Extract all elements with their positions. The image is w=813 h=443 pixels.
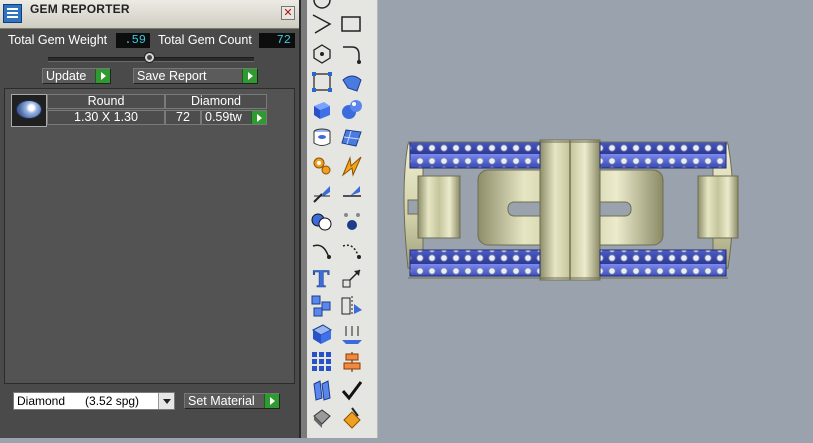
gem-report-list: Round Diamond 1.30 X 1.30 72 0.59tw (4, 88, 295, 384)
align-tool-icon[interactable] (340, 350, 364, 374)
box-solid-icon[interactable] (310, 98, 334, 122)
cut-tool-icon[interactable] (340, 182, 364, 206)
update-button-label: Update (46, 69, 87, 83)
check-icon[interactable] (340, 378, 364, 402)
cylinder-solid-icon[interactable] (310, 126, 334, 150)
shape-render-icon[interactable] (310, 406, 334, 430)
total-gem-count-label: Total Gem Count (158, 33, 252, 47)
text-tool-icon[interactable]: T (310, 266, 334, 290)
material-selected-value: Diamond (3.52 spg) (17, 394, 140, 408)
round-gem-thumbnail-icon (11, 94, 47, 127)
point-grid-icon[interactable] (310, 70, 334, 94)
flash-tool-icon[interactable] (340, 154, 364, 178)
surface-patch-icon[interactable] (340, 126, 364, 150)
ring-model-render (403, 139, 739, 281)
boolean-union-icon[interactable] (310, 210, 334, 234)
row-gem-weight-value: 0.59tw (205, 110, 242, 124)
polyline-tool-icon[interactable] (310, 12, 334, 36)
splitter-handle-icon[interactable] (144, 52, 155, 63)
gem-reporter-panel: GEM REPORTER ✕ Total Gem Weight .59 Tota… (0, 0, 301, 438)
bend-surface-icon[interactable] (340, 70, 364, 94)
close-icon[interactable]: ✕ (281, 6, 295, 20)
fillet-curve-icon[interactable] (340, 42, 364, 66)
panel-titlebar[interactable]: GEM REPORTER ✕ (0, 0, 299, 29)
play-arrow-icon (251, 111, 266, 124)
panel-title: GEM REPORTER (30, 2, 130, 16)
sphere-solid-icon[interactable] (340, 98, 364, 122)
save-report-button-label: Save Report (137, 69, 207, 83)
mirror-tool-icon[interactable] (340, 294, 364, 318)
array-grid-icon[interactable] (310, 294, 334, 318)
rectangle-tool-icon[interactable] (340, 12, 364, 36)
header-gem-type: Diamond (165, 94, 267, 109)
polygon-tool-icon[interactable] (310, 42, 334, 66)
update-button[interactable]: Update (42, 68, 111, 84)
knife-tool-icon[interactable] (310, 182, 334, 206)
extrude-arrows-icon[interactable] (340, 322, 364, 346)
row-gem-weight[interactable]: 0.59tw (201, 110, 267, 125)
curve-arc-icon[interactable] (310, 238, 334, 262)
gear-tool-icon[interactable] (310, 154, 334, 178)
save-report-button[interactable]: Save Report (133, 68, 258, 84)
play-arrow-icon (242, 69, 257, 83)
row-gem-count: 72 (165, 110, 201, 125)
svg-text:T: T (313, 267, 330, 290)
chevron-down-icon[interactable] (158, 393, 174, 409)
scale-arrows-icon[interactable] (340, 266, 364, 290)
dot-grid-icon[interactable] (310, 350, 334, 374)
material-dropdown[interactable]: Diamond (3.52 spg) (13, 392, 175, 410)
material-paint-icon[interactable] (340, 406, 364, 430)
play-arrow-icon (264, 394, 279, 408)
set-material-button-label: Set Material (188, 394, 255, 408)
total-gem-count-value: 72 (259, 33, 295, 48)
play-arrow-icon (95, 69, 110, 83)
palette-divider (301, 0, 307, 438)
vertex-points-icon[interactable] (340, 210, 364, 234)
app-menu-icon[interactable] (3, 4, 22, 23)
flow-curve-icon[interactable] (310, 378, 334, 402)
total-gem-weight-label: Total Gem Weight (8, 33, 108, 47)
header-shape: Round (47, 94, 165, 109)
model-viewport[interactable] (378, 0, 813, 438)
solid-shell-icon[interactable] (310, 322, 334, 346)
row-gem-size: 1.30 X 1.30 (47, 110, 165, 125)
total-gem-weight-value: .59 (116, 33, 150, 48)
curve-dashed-icon[interactable] (340, 238, 364, 262)
set-material-button[interactable]: Set Material (184, 393, 280, 409)
